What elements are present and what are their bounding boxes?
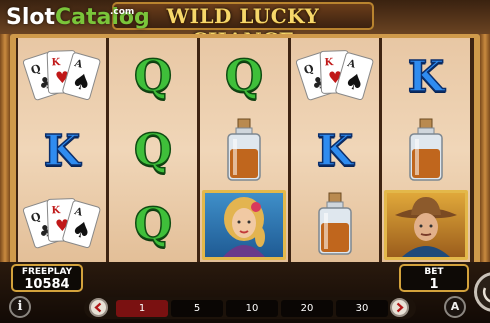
q-letter: Q xyxy=(224,50,264,103)
q-symbol: Q xyxy=(109,39,197,113)
cards-symbol: Q ♣ K ♥ A ♠ xyxy=(291,39,379,113)
svg-text:K: K xyxy=(51,205,60,216)
k-symbol: K xyxy=(382,39,470,113)
bet-option-5[interactable]: 5 xyxy=(171,300,223,317)
whiskey-bottle-icon xyxy=(409,118,443,181)
bet-value: 1 xyxy=(429,277,439,292)
logo-com: .com xyxy=(110,7,135,17)
logo-catalog: Catalog xyxy=(55,5,150,30)
left-pillar xyxy=(0,34,10,265)
playing-cards-icon: Q♣ K♥ A♠ xyxy=(22,50,101,101)
q-letter: Q xyxy=(133,124,173,177)
freeplay-panel: FREEPLAY 10584 xyxy=(11,264,83,292)
bet-option-10[interactable]: 10 xyxy=(226,300,278,317)
autoplay-icon: A xyxy=(450,300,460,313)
whiskey-symbol xyxy=(200,113,288,187)
cowboy-portrait xyxy=(384,190,468,260)
cards-symbol: Q ♣ K ♥ A ♠ xyxy=(18,187,106,261)
bet-next-button[interactable] xyxy=(390,298,409,317)
cowboy-icon xyxy=(395,197,457,257)
q-letter: Q xyxy=(133,50,173,103)
playing-cards-icon: Q♣ K♥ A♠ xyxy=(295,50,374,101)
info-button[interactable]: i xyxy=(9,296,31,318)
bet-option-20[interactable]: 20 xyxy=(281,300,333,317)
chevron-left-icon xyxy=(94,302,102,313)
woman-icon xyxy=(223,197,265,257)
woman-symbol xyxy=(200,187,288,261)
k-symbol: K xyxy=(291,113,379,187)
freeplay-label: FREEPLAY xyxy=(21,267,73,277)
bet-option-1[interactable]: 1 xyxy=(116,300,168,317)
q-symbol: Q xyxy=(109,113,197,187)
svg-text:K: K xyxy=(51,57,60,68)
svg-text:K: K xyxy=(324,57,333,68)
reel-2: Q Q Q xyxy=(109,38,197,262)
game-title: WILD LUCKY CHANCE xyxy=(112,2,374,52)
whiskey-symbol xyxy=(382,113,470,187)
freeplay-value: 10584 xyxy=(24,277,70,292)
spin-icon xyxy=(482,287,490,303)
logo-slot: Slot xyxy=(6,5,56,30)
whiskey-symbol xyxy=(291,187,379,261)
bet-panel: BET 1 xyxy=(399,264,469,292)
whiskey-bottle-icon xyxy=(318,192,352,255)
bet-label: BET xyxy=(424,267,444,277)
reel-4: Q ♣ K ♥ A ♠ K xyxy=(291,38,379,262)
reel-3: Q xyxy=(200,38,288,262)
slotcatalog-logo: SlotCatalog .com xyxy=(6,6,150,30)
cards-symbol: Q ♣ K ♥ A ♠ xyxy=(18,39,106,113)
k-letter: K xyxy=(316,125,354,176)
q-symbol: Q xyxy=(109,187,197,261)
right-pillar xyxy=(480,34,490,265)
chevron-right-icon xyxy=(396,302,404,313)
q-symbol: Q xyxy=(200,39,288,113)
whiskey-bottle-icon xyxy=(227,118,261,181)
reel-1: Q ♣ K ♥ A ♠ K Q ♣ K ♥ A ♠ xyxy=(18,38,106,262)
k-letter: K xyxy=(407,51,445,102)
game-screen: WILD LUCKY CHANCE SlotCatalog .com Q♣ K♥… xyxy=(0,0,490,323)
bet-prev-button[interactable] xyxy=(89,298,108,317)
reel-5: K xyxy=(382,38,470,262)
woman-portrait xyxy=(202,190,286,260)
q-letter: Q xyxy=(133,198,173,251)
info-icon: i xyxy=(17,299,23,314)
playing-cards-icon: Q♣ K♥ A♠ xyxy=(22,198,101,249)
k-symbol: K xyxy=(18,113,106,187)
cowboy-symbol xyxy=(382,187,470,261)
autoplay-button[interactable]: A xyxy=(444,296,466,318)
k-letter: K xyxy=(43,125,81,176)
bet-option-30[interactable]: 30 xyxy=(336,300,388,317)
